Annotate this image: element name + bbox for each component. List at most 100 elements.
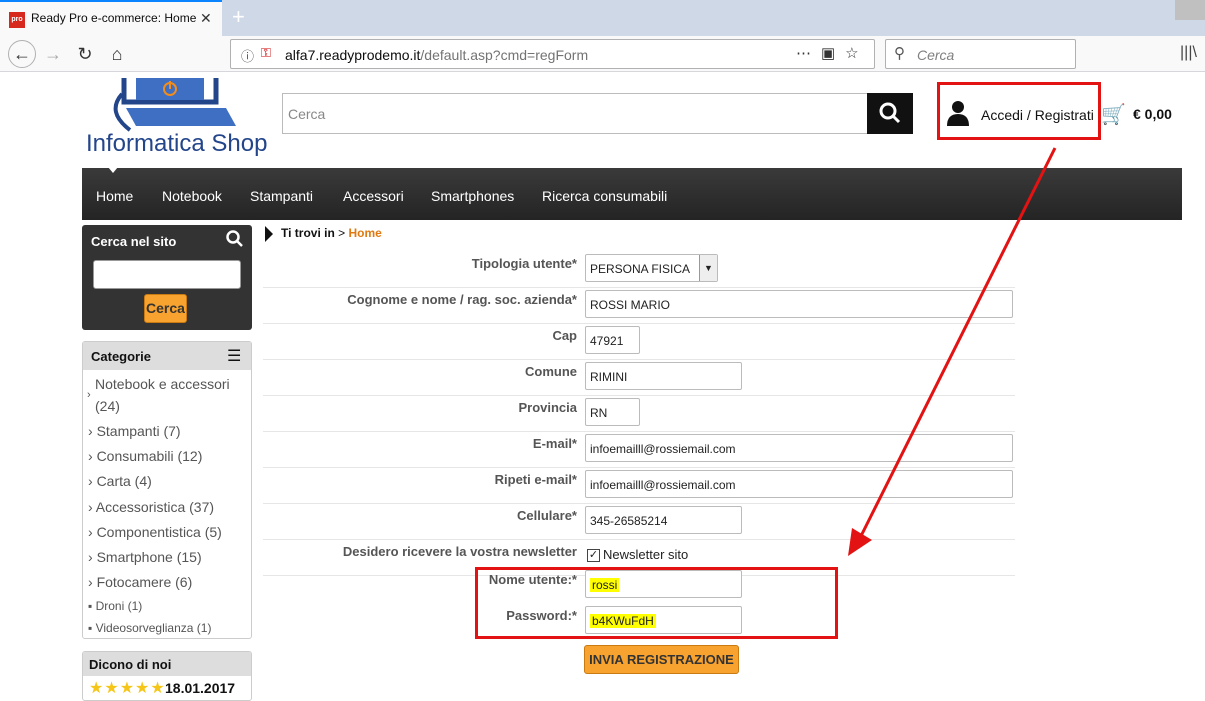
email-label: E-mail* [532,436,577,451]
browser-nav-bar: ← → ↻ ⌂ ⓘ ⚿ alfa7.readyprodemo.it/defaul… [0,36,1205,72]
category-item[interactable]: › Accessoristica (37) [88,496,214,518]
close-tab-icon[interactable]: ✕ [200,10,212,27]
back-icon[interactable]: ← [8,40,36,68]
cellulare-input[interactable]: 345-26585214 [585,506,742,534]
info-icon[interactable]: ⓘ [241,46,254,65]
main-menu: Home Notebook Stampanti Accessori Smartp… [82,168,1182,220]
review-date: 18.01.2017 [165,680,236,696]
category-item[interactable]: › Stampanti (7) [88,420,181,442]
breadcrumb-arrow-icon [265,226,273,242]
sidebar-search-title: Cerca nel sito [91,234,177,249]
menu-item-ricerca-consumabili[interactable]: Ricerca consumabili [542,188,667,204]
nome-input[interactable]: ROSSI MARIO [585,290,1013,318]
categories-panel: Categorie ☰ Notebook e accessori › (24) … [82,341,252,639]
category-item[interactable]: › Fotocamere (6) [88,571,192,593]
category-item[interactable]: Notebook e accessori [95,373,230,395]
url-text: alfa7.readyprodemo.it/default.asp?cmd=re… [285,47,589,63]
logo-text: Informatica Shop [86,130,268,157]
cart-icon[interactable]: 🛒 [1101,102,1126,127]
category-item[interactable]: ▪ Videosorveglianza (1) [88,621,211,635]
form-row-cap: Cap 47921 [263,324,1015,360]
provincia-label: Provincia [518,400,577,415]
form-row-email-repeat: Ripeti e-mail* infoemailll@rossiemail.co… [263,468,1015,504]
email-repeat-input[interactable]: infoemailll@rossiemail.com [585,470,1013,498]
insecure-lock-icon[interactable]: ⚿ [261,45,271,61]
cellulare-label: Cellulare* [517,508,577,523]
cap-label: Cap [552,328,577,343]
tipologia-select[interactable]: PERSONA FISICA ▼ [585,254,718,282]
user-icon[interactable] [947,100,969,126]
reviews-header: Dicono di noi [83,652,251,676]
window-close-button[interactable] [1175,0,1205,20]
form-row-cellulare: Cellulare* 345-26585214 [263,504,1015,540]
newsletter-option-label: Newsletter sito [603,547,689,562]
category-item[interactable]: › Consumabili (12) [88,445,202,467]
chevron-right-icon: › [87,389,91,401]
reviews-title: Dicono di noi [89,657,172,672]
form-row-comune: Comune RIMINI [263,360,1015,396]
tipologia-value: PERSONA FISICA [590,262,691,276]
nome-label: Cognome e nome / rag. soc. azienda* [347,292,577,307]
form-row-email: E-mail* infoemailll@rossiemail.com [263,432,1015,468]
cap-input[interactable]: 47921 [585,326,640,354]
categories-title: Categorie [91,349,151,364]
breadcrumb-home-link[interactable]: Home [349,226,382,240]
comune-input[interactable]: RIMINI [585,362,742,390]
forward-icon[interactable]: → [41,42,65,66]
site-search-button[interactable] [867,93,913,134]
menu-item-notebook[interactable]: Notebook [162,188,222,204]
library-icon[interactable]: |||\ [1180,44,1197,62]
newsletter-option[interactable]: ✓ Newsletter sito [587,547,689,563]
email-repeat-label: Ripeti e-mail* [494,472,577,487]
browser-search-box[interactable]: ⚲ Cerca [885,39,1076,69]
breadcrumb-label: Ti trovi in [281,226,335,241]
tipologia-label: Tipologia utente* [471,256,577,271]
sidebar-search-button[interactable]: Cerca [144,294,187,323]
category-item[interactable]: › Carta (4) [88,470,152,492]
breadcrumb: Ti trovi in > Home [265,226,382,242]
comune-label: Comune [525,364,577,379]
search-icon [226,230,243,247]
reload-icon[interactable]: ↻ [73,42,97,66]
new-tab-icon[interactable]: + [232,4,245,30]
form-row-nome: Cognome e nome / rag. soc. azienda* ROSS… [263,288,1015,324]
form-row-tipologia: Tipologia utente* PERSONA FISICA ▼ [263,252,1015,288]
tab-title: Ready Pro e-commerce: Home [31,11,197,25]
menu-item-accessori[interactable]: Accessori [343,188,404,204]
active-menu-caret [108,167,118,173]
credentials-highlight-box [475,567,838,639]
menu-item-stampanti[interactable]: Stampanti [250,188,313,204]
home-icon[interactable]: ⌂ [105,42,129,66]
menu-item-smartphones[interactable]: Smartphones [431,188,514,204]
login-register-link[interactable]: Accedi / Registrati [981,107,1094,123]
browser-tab[interactable]: pro Ready Pro e-commerce: Home ✕ [0,0,222,36]
url-bar[interactable]: ⓘ ⚿ alfa7.readyprodemo.it/default.asp?cm… [230,39,875,69]
menu-item-home[interactable]: Home [96,188,133,204]
page-actions-icons[interactable]: ⋯▣☆ [796,44,869,62]
list-icon[interactable]: ☰ [227,346,241,366]
submit-registration-button[interactable]: INVIA REGISTRAZIONE [584,645,739,674]
site-search-placeholder: Cerca [288,106,326,122]
category-item-count[interactable]: (24) [95,395,120,417]
categories-header: Categorie ☰ [83,342,251,370]
newsletter-checkbox[interactable]: ✓ [587,549,600,563]
browser-tab-bar: pro Ready Pro e-commerce: Home ✕ + [0,0,1205,36]
sidebar-search-panel: Cerca nel sito Cerca [82,225,252,330]
form-row-provincia: Provincia RN [263,396,1015,432]
browser-search-placeholder: Cerca [917,47,955,63]
category-item[interactable]: › Componentistica (5) [88,521,222,543]
category-item[interactable]: › Smartphone (15) [88,546,202,568]
cart-total[interactable]: € 0,00 [1133,106,1172,122]
sidebar-search-input[interactable] [93,260,241,289]
site-search-input[interactable]: Cerca [282,93,868,134]
provincia-input[interactable]: RN [585,398,640,426]
category-item[interactable]: ▪ Droni (1) [88,599,142,613]
dropdown-arrow-icon[interactable]: ▼ [699,255,717,281]
search-icon [879,102,901,124]
search-icon: ⚲ [894,45,905,62]
favicon-icon: pro [9,12,25,28]
newsletter-label: Desidero ricevere la vostra newsletter [342,544,577,559]
reviews-panel: Dicono di noi ★★★★★ 18.01.2017 [82,651,252,701]
email-input[interactable]: infoemailll@rossiemail.com [585,434,1013,462]
rating-stars-icon: ★★★★★ [89,680,166,697]
